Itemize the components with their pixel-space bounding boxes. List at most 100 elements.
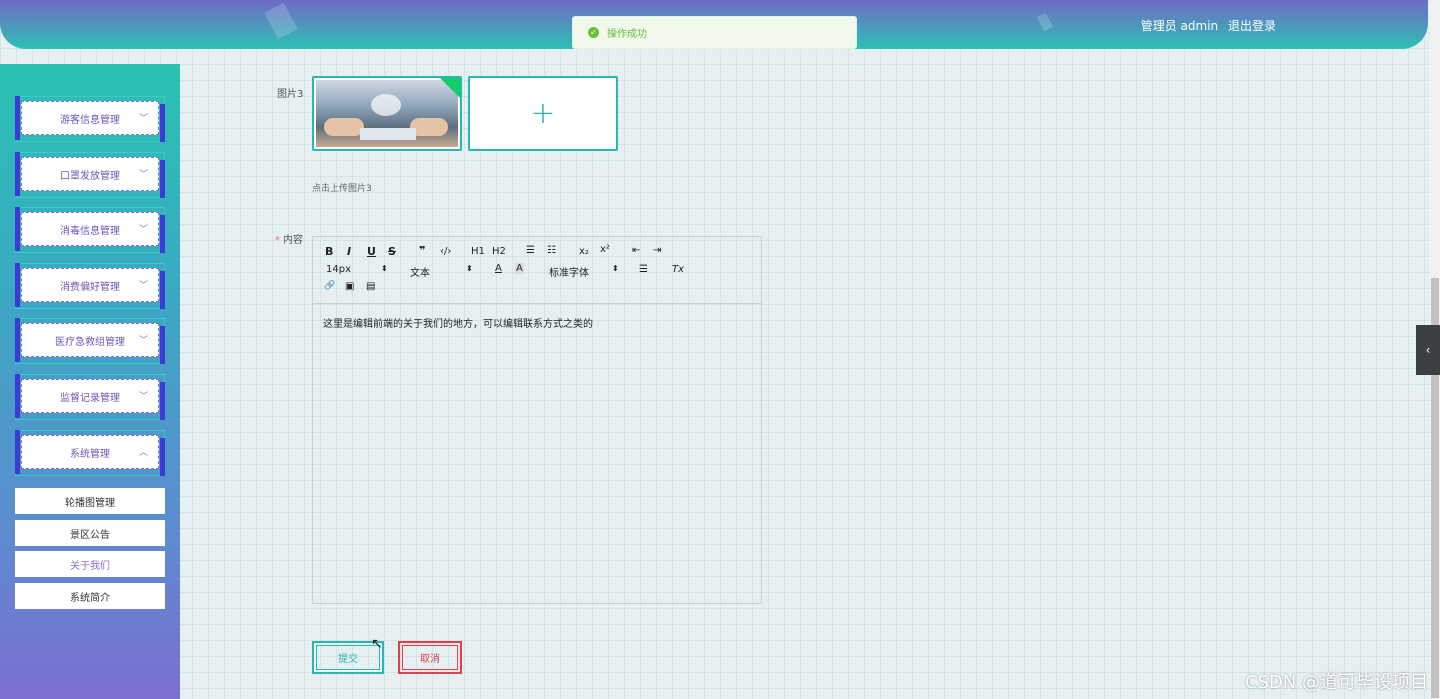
sidebar-menu-disinfect[interactable]: 消毒信息管理 ﹀ [15,207,165,253]
sidebar-menu-label: 监督记录管理 [60,392,120,404]
image-hand [324,118,364,136]
font-size-arrows-icon: ⬍ [381,264,388,273]
user-label: 管理员 admin [1140,19,1219,33]
bullet-list-icon[interactable]: ☷ [547,245,556,256]
image-icon[interactable]: ▣ [345,281,354,292]
chevron-down-icon: ﹀ [138,225,148,235]
editor-toolbar: B I U S ❞ ‹/› H1 H2 ☰ ☷ x₂ x² ⇤ ⇥ 14px ⬍… [313,237,761,304]
image-device [360,128,416,140]
uploaded-image-thumbnail[interactable] [312,76,462,151]
menu-inner: 口罩发放管理 ﹀ [21,157,159,191]
font-size-select[interactable]: 14px [326,264,351,275]
sidebar-menu-label: 口罩发放管理 [60,170,120,182]
sidebar-menu-medical[interactable]: 医疗急救组管理 ﹀ [15,318,165,364]
menu-accent [15,207,20,251]
ordered-list-icon[interactable]: ☰ [526,245,535,256]
menu-accent [160,160,165,198]
cancel-button[interactable]: 取消 [398,641,462,674]
toast-message: 操作成功 [607,29,647,40]
sidebar: 游客信息管理 ﹀ 口罩发放管理 ﹀ 消毒信息管理 ﹀ 消费偏好管理 ﹀ 医疗急救… [0,64,180,699]
mouse-cursor-icon: ↖ [371,636,383,652]
menu-inner: 医疗急救组管理 ﹀ [21,323,159,357]
menu-accent [160,326,165,364]
success-toast: ✓ 操作成功 [572,16,857,49]
logout-link[interactable]: 退出登录 [1228,19,1276,33]
user-area: 管理员 admin 退出登录 [1135,17,1276,34]
sidebar-menu-label: 游客信息管理 [60,114,120,126]
sidebar-menu-supervision[interactable]: 监督记录管理 ﹀ [15,374,165,420]
chevron-down-icon: ﹀ [138,114,148,124]
font-color-icon[interactable]: A [495,263,502,274]
sidebar-menu-label: 消毒信息管理 [60,225,120,237]
chevron-up-icon: ︿ [138,448,148,458]
sidebar-item-intro[interactable]: 系统简介 [15,583,165,609]
background-color-icon[interactable]: A [515,263,524,274]
editor-text: 这里是编辑前端的关于我们的地方，可以编辑联系方式之类的 [323,319,593,330]
sidebar-item-notice[interactable]: 景区公告 [15,520,165,546]
bold-icon[interactable]: B [325,245,333,258]
editor-content-area[interactable]: 这里是编辑前端的关于我们的地方，可以编辑联系方式之类的 [313,304,761,341]
content-label-text: 内容 [283,235,303,246]
menu-accent [160,271,165,309]
menu-inner: 消费偏好管理 ﹀ [21,268,159,302]
required-mark: * [275,235,280,246]
h2-icon[interactable]: H2 [492,246,506,257]
menu-accent [15,430,20,474]
indent-icon[interactable]: ⇥ [653,245,661,256]
sidebar-menu-visitor[interactable]: 游客信息管理 ﹀ [15,96,165,142]
sidebar-menu-mask[interactable]: 口罩发放管理 ﹀ [15,152,165,198]
h1-icon[interactable]: H1 [471,246,485,257]
sidebar-item-label: 景区公告 [70,529,110,541]
align-icon[interactable]: ☰ [639,264,648,275]
code-block-icon[interactable]: ‹/› [440,246,451,257]
link-icon[interactable]: 🔗 [324,281,335,291]
sidebar-item-carousel[interactable]: 轮播图管理 [15,488,165,514]
header-select-arrows-icon: ⬍ [466,264,473,273]
sidebar-menu-preference[interactable]: 消费偏好管理 ﹀ [15,263,165,309]
content-label: * 内容 [275,231,303,246]
italic-icon[interactable]: I [347,245,351,258]
rich-text-editor: B I U S ❞ ‹/› H1 H2 ☰ ☷ x₂ x² ⇤ ⇥ 14px ⬍… [312,236,762,604]
sidebar-item-label: 轮播图管理 [65,497,115,509]
menu-inner: 消毒信息管理 ﹀ [21,212,159,246]
watermark: CSDN @道可毕设项目 [1244,672,1428,693]
upload-hint: 点击上传图片3 [312,184,372,194]
sidebar-menu-label: 医疗急救组管理 [55,336,125,348]
menu-accent [160,215,165,253]
sidebar-item-label: 系统简介 [70,592,110,604]
image-glow [371,94,401,116]
menu-inner: 游客信息管理 ﹀ [21,101,159,135]
image3-label: 图片3 [277,89,304,100]
upload-success-badge [440,78,460,98]
chevron-down-icon: ﹀ [138,170,148,180]
header-decoration [1036,12,1054,32]
sidebar-item-about[interactable]: 关于我们 [15,551,165,577]
sidebar-item-label: 关于我们 [70,560,110,572]
menu-accent [160,382,165,420]
menu-accent [15,96,20,140]
menu-accent [15,374,20,418]
chevron-down-icon: ﹀ [138,281,148,291]
strike-icon[interactable]: S [388,245,396,258]
font-family-arrows-icon: ⬍ [612,264,619,273]
menu-accent [160,104,165,142]
sidebar-menu-system[interactable]: 系统管理 ︿ [15,430,165,476]
upload-image-button[interactable]: + [468,76,618,151]
header-decoration [264,2,298,40]
header-select[interactable]: 文本 [410,264,430,279]
blockquote-icon[interactable]: ❞ [419,244,425,257]
image-preview [316,80,458,147]
chevron-down-icon: ﹀ [138,336,148,346]
menu-accent [15,152,20,196]
sidebar-menu-label: 系统管理 [70,448,110,460]
superscript-icon[interactable]: x² [600,244,610,255]
collapse-panel-tab[interactable]: ‹ [1416,325,1440,375]
video-icon[interactable]: ▤ [366,281,375,292]
clean-format-icon[interactable]: Tx [672,264,684,275]
font-family-select[interactable]: 标准字体 [549,264,589,279]
check-circle-icon: ✓ [588,27,599,38]
outdent-icon[interactable]: ⇤ [632,245,640,256]
underline-icon[interactable]: U [367,245,376,258]
subscript-icon[interactable]: x₂ [579,246,589,257]
menu-inner: 监督记录管理 ﹀ [21,379,159,413]
